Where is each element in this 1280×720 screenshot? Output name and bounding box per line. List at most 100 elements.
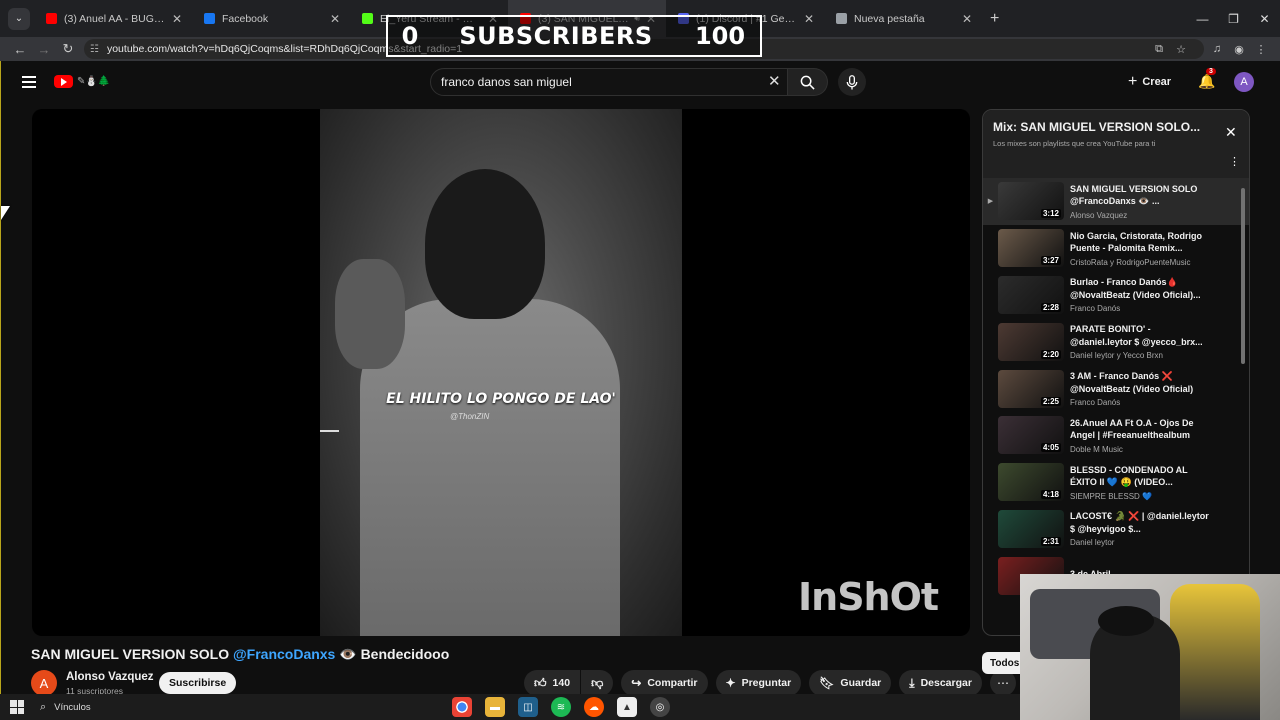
windows-start-icon[interactable] bbox=[10, 700, 24, 714]
youtube-logo[interactable]: ✎⛄🌲 bbox=[54, 75, 110, 88]
playlist-item[interactable]: 2:28 Burlao - Franco Danós🩸 @NovaltBeatz … bbox=[983, 272, 1249, 319]
clear-search-icon[interactable]: ✕ bbox=[768, 72, 781, 90]
create-button[interactable]: + Crear bbox=[1128, 70, 1171, 94]
search-icon bbox=[800, 75, 815, 90]
video-title-tag[interactable]: @FrancoDanxs bbox=[233, 646, 335, 662]
soundcloud-icon[interactable]: ☁ bbox=[584, 697, 604, 717]
media-control-icon[interactable]: ♫ bbox=[1206, 43, 1228, 55]
playlist-item-duration: 4:18 bbox=[1040, 490, 1061, 500]
playlist-item[interactable]: 2:20 PARATE BONITO' - @daniel.leytor $ @y… bbox=[983, 318, 1249, 365]
playlist-item[interactable]: ▶ 3:12 SAN MIGUEL VERSION SOLO @FrancoDanx… bbox=[983, 178, 1249, 225]
close-tab-icon[interactable]: ✕ bbox=[804, 12, 814, 26]
channel-name[interactable]: Alonso Vazquez bbox=[66, 671, 154, 683]
playlist-title[interactable]: Mix: SAN MIGUEL VERSION SOLO... bbox=[993, 120, 1213, 134]
playlist-scrollbar[interactable] bbox=[1241, 188, 1245, 364]
search-input[interactable]: franco danos san miguel bbox=[430, 68, 788, 96]
share-icon: ↪ bbox=[631, 676, 642, 690]
playlist-item-meta: 3 AM - Franco Danós ❌ @NovaltBeatz (Vide… bbox=[1070, 370, 1210, 407]
back-icon[interactable]: ← bbox=[8, 42, 32, 57]
browser-tab[interactable]: Nueva pestaña ✕ bbox=[824, 0, 982, 37]
goal-target-count: 100 bbox=[694, 22, 746, 50]
webcam-chair bbox=[1170, 584, 1260, 720]
file-explorer-icon[interactable]: ▬ bbox=[485, 697, 505, 717]
like-button[interactable]: 👍︎ 140 bbox=[524, 670, 581, 696]
playlist-item-thumbnail[interactable]: 2:25 bbox=[998, 369, 1064, 408]
close-tab-icon[interactable]: ✕ bbox=[172, 12, 182, 26]
ask-button[interactable]: ✦ Preguntar bbox=[715, 670, 802, 696]
youtube-play-icon bbox=[54, 75, 73, 88]
close-tab-icon[interactable]: ✕ bbox=[962, 12, 972, 26]
terminal-icon[interactable]: ◫ bbox=[518, 697, 538, 717]
tab-search-button[interactable]: ⌄ bbox=[8, 7, 30, 30]
site-info-icon[interactable]: ☷ bbox=[90, 44, 99, 55]
playlist-item-thumbnail[interactable]: 2:31 bbox=[998, 509, 1064, 548]
playlist-item-thumbnail[interactable]: 3:12 bbox=[998, 182, 1064, 221]
goal-label: SUBSCRIBERS bbox=[459, 22, 653, 50]
windows-taskbar: ⌕ Vínculos ▬ ◫ ≋ ☁ ▲ ◎ bbox=[0, 694, 1020, 720]
photos-icon[interactable]: ▲ bbox=[617, 697, 637, 717]
close-window-icon[interactable]: ✕ bbox=[1249, 0, 1280, 37]
account-avatar[interactable]: A bbox=[1234, 72, 1254, 92]
mouse-cursor bbox=[1, 206, 10, 220]
playlist-item-title: Burlao - Franco Danós🩸 @NovaltBeatz (Vid… bbox=[1070, 277, 1201, 300]
notifications-button[interactable]: 🔔 3 bbox=[1198, 68, 1216, 90]
video-progress-bar[interactable] bbox=[320, 430, 339, 432]
menu-icon[interactable] bbox=[22, 76, 36, 91]
obs-icon[interactable]: ◎ bbox=[650, 697, 670, 717]
playlist-item-author: Franco Danós bbox=[1070, 304, 1121, 314]
browser-tab[interactable]: (3) Anuel AA - BUGATTI (Video ✕ bbox=[34, 0, 192, 37]
taskbar-search-label[interactable]: Vínculos bbox=[54, 702, 90, 713]
playlist-header: Mix: SAN MIGUEL VERSION SOLO... Los mixe… bbox=[983, 110, 1249, 178]
playlist-item-title: LACOST€ 🐊 ❌ | @daniel.leytor $ @heyvigoo… bbox=[1070, 511, 1209, 534]
close-playlist-icon[interactable]: ✕ bbox=[1225, 124, 1237, 141]
video-player[interactable]: EL HILITO LO PONGO DE LAO' @ThonZIN InSh… bbox=[32, 109, 970, 636]
browser-menu-icon[interactable]: ⋮ bbox=[1250, 43, 1272, 56]
dislike-button[interactable]: 👎︎ bbox=[581, 670, 614, 696]
playlist-item-thumbnail[interactable]: 2:20 bbox=[998, 322, 1064, 361]
maximize-icon[interactable]: ❐ bbox=[1218, 0, 1249, 37]
new-tab-button[interactable]: + bbox=[990, 10, 999, 28]
playlist-item-thumbnail[interactable]: 4:18 bbox=[998, 463, 1064, 502]
plus-icon: + bbox=[1128, 73, 1138, 90]
save-button[interactable]: 🔖︎ Guardar bbox=[809, 670, 892, 696]
bookmark-star-icon[interactable]: ☆ bbox=[1170, 43, 1192, 56]
mix-playlist-panel: Mix: SAN MIGUEL VERSION SOLO... Los mixe… bbox=[982, 109, 1250, 636]
close-tab-icon[interactable]: ✕ bbox=[330, 12, 340, 26]
profile-icon[interactable]: ◉ bbox=[1228, 43, 1250, 56]
microphone-icon bbox=[846, 74, 858, 90]
subscribe-button[interactable]: Suscribirse bbox=[159, 672, 237, 694]
playlist-item-author: Franco Danós bbox=[1070, 398, 1121, 408]
bell-icon: 🔔 bbox=[1198, 73, 1216, 89]
facebook-icon bbox=[204, 13, 215, 24]
playlist-item[interactable]: 3:27 Nio Garcia, Cristorata, Rodrigo Puen… bbox=[983, 225, 1249, 272]
playlist-item[interactable]: 4:18 BLESSD - CONDENADO AL ÉXITO II 💙 🤑 (… bbox=[983, 459, 1249, 506]
install-app-icon[interactable]: ⧉ bbox=[1148, 43, 1170, 56]
minimize-icon[interactable]: — bbox=[1187, 0, 1218, 37]
globe-icon bbox=[836, 13, 847, 24]
playlist-item-thumbnail[interactable]: 3:27 bbox=[998, 229, 1064, 268]
playlist-item-thumbnail[interactable]: 4:05 bbox=[998, 416, 1064, 455]
taskbar-search-icon[interactable]: ⌕ bbox=[40, 701, 46, 714]
playlist-item-duration: 3:27 bbox=[1040, 256, 1061, 266]
playlist-item[interactable]: 2:25 3 AM - Franco Danós ❌ @NovaltBeatz (… bbox=[983, 365, 1249, 412]
thumbs-down-icon: 👎︎ bbox=[591, 675, 604, 690]
browser-tab[interactable]: Facebook ✕ bbox=[192, 0, 350, 37]
voice-search-button[interactable] bbox=[838, 68, 866, 96]
share-button[interactable]: ↪ Compartir bbox=[621, 670, 708, 696]
playlist-menu-icon[interactable]: ⋮ bbox=[1229, 155, 1240, 168]
reload-icon[interactable]: ↻ bbox=[56, 41, 80, 57]
playlist-item-author: Daniel leytor bbox=[1070, 538, 1115, 548]
channel-avatar[interactable]: A bbox=[31, 670, 57, 696]
video-caption: EL HILITO LO PONGO DE LAO' bbox=[386, 391, 616, 407]
playlist-item-thumbnail[interactable]: 2:28 bbox=[998, 275, 1064, 314]
download-button[interactable]: ⤓ Descargar bbox=[899, 670, 982, 696]
tab-title: Facebook bbox=[222, 12, 269, 25]
now-playing-icon: ▶ bbox=[987, 198, 994, 206]
spotify-icon[interactable]: ≋ bbox=[551, 697, 571, 717]
playlist-item-author: SIEMPRE BLESSD 💙 bbox=[1070, 491, 1152, 501]
playlist-item[interactable]: 4:05 26.Anuel AA Ft O.A - Ojos De Angel |… bbox=[983, 412, 1249, 459]
search-button[interactable] bbox=[788, 68, 828, 96]
playlist-item[interactable]: 2:31 LACOST€ 🐊 ❌ | @daniel.leytor $ @heyv… bbox=[983, 506, 1249, 553]
forward-icon[interactable]: → bbox=[32, 42, 56, 57]
chrome-icon[interactable] bbox=[452, 697, 472, 717]
